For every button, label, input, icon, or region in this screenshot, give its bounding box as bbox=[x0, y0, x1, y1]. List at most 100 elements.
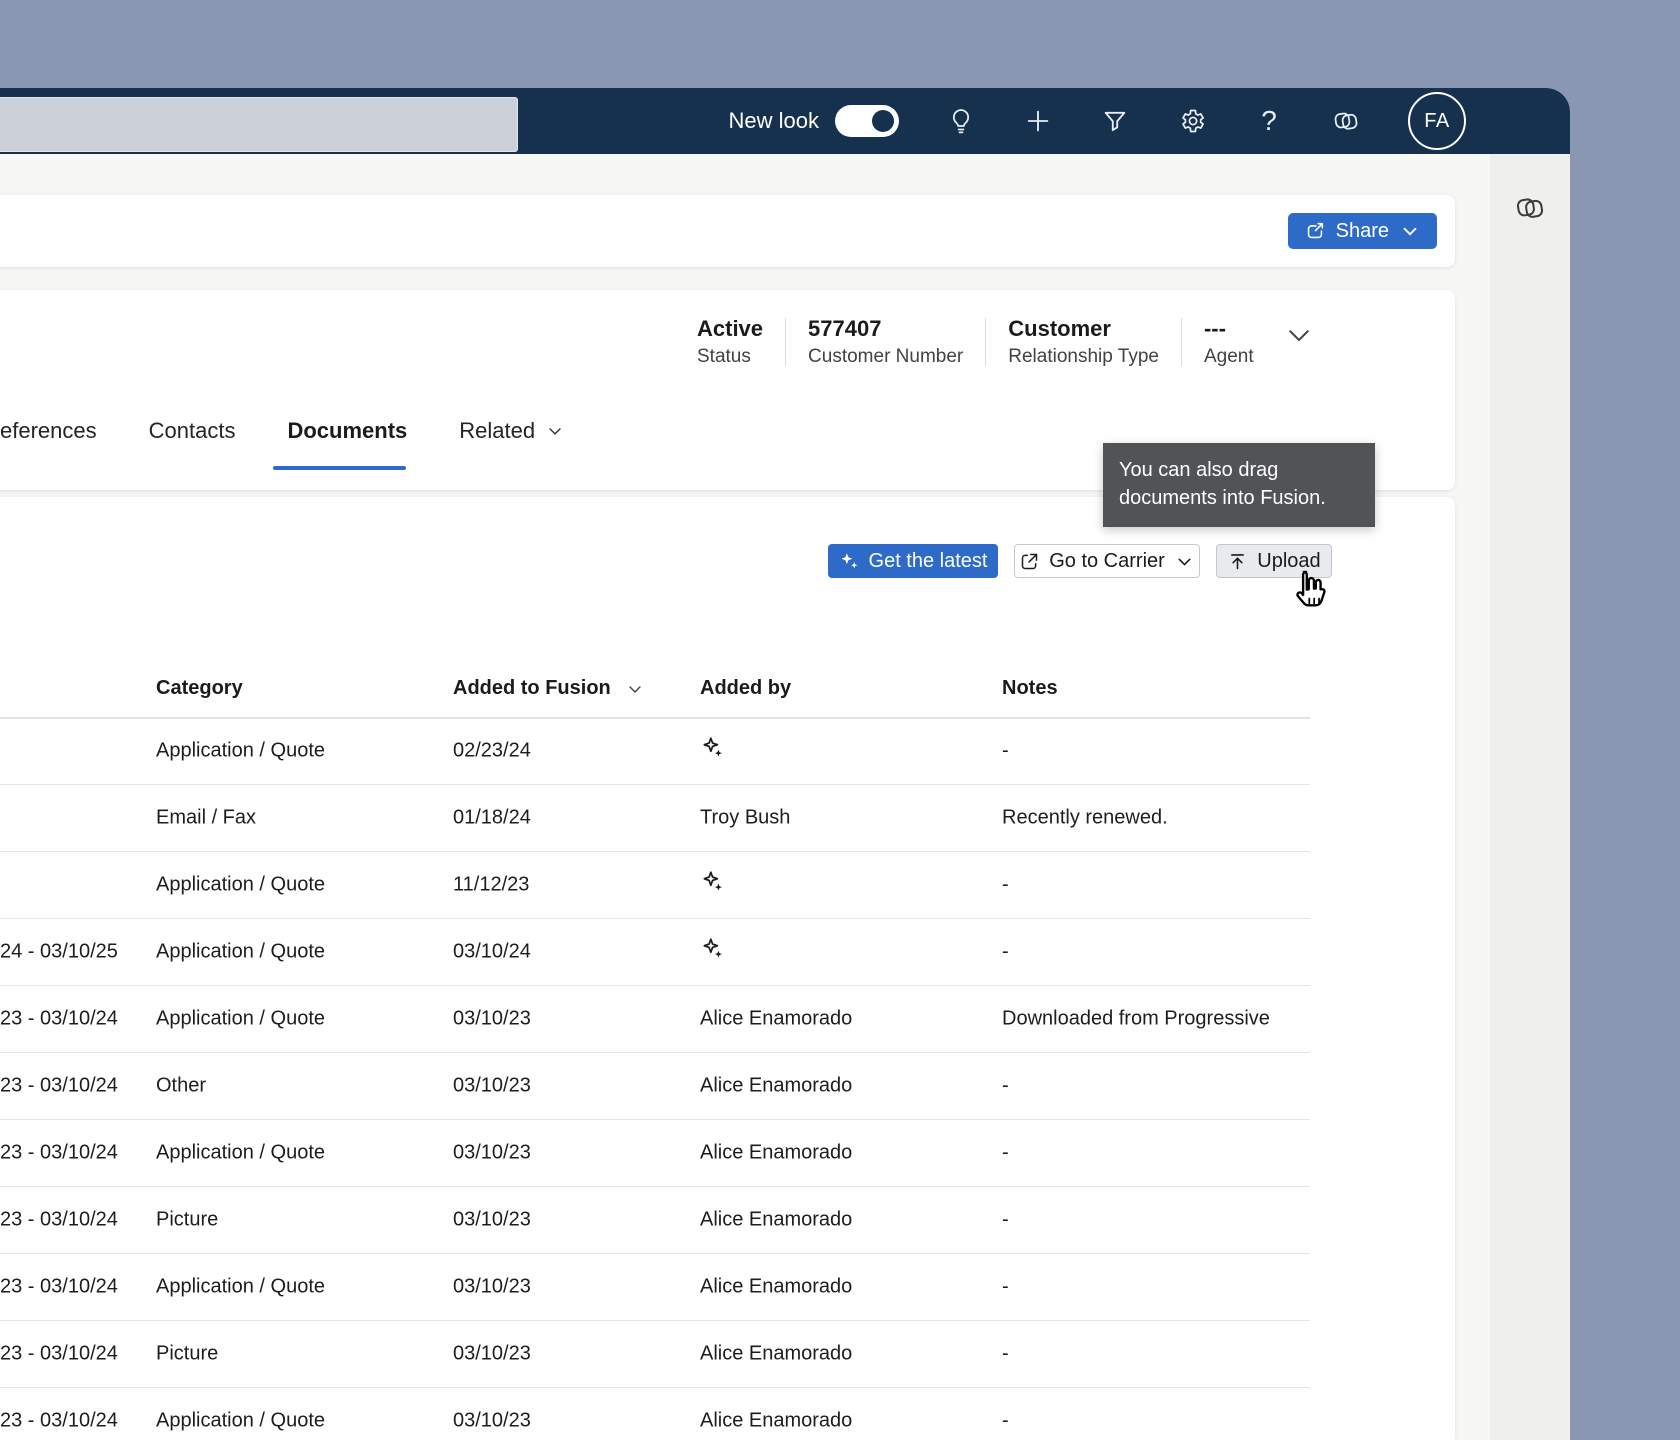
new-look-toggle-group: New look bbox=[729, 105, 899, 137]
cell-policy-range: 24 - 03/10/25 bbox=[0, 940, 118, 963]
sort-chevron-icon bbox=[625, 679, 645, 699]
table-row[interactable]: 23 - 03/10/24 Picture 03/10/23 Alice Enamor… bbox=[0, 1321, 1310, 1388]
cell-policy-range: 23 - 03/10/24 bbox=[0, 1141, 118, 1164]
table-row[interactable]: 24 - 03/10/25 Application / Quote 03/10/24… bbox=[0, 919, 1310, 986]
cell-notes: Downloaded from Progressive bbox=[1002, 1007, 1270, 1030]
filter-icon[interactable] bbox=[1100, 106, 1130, 136]
field-relationship-type: Customer Relationship Type bbox=[1008, 316, 1159, 367]
new-look-label: New look bbox=[728, 108, 819, 133]
add-icon[interactable] bbox=[1023, 106, 1053, 136]
tab-related[interactable]: Related bbox=[459, 418, 565, 444]
tab-documents[interactable]: Documents bbox=[287, 418, 407, 444]
cell-notes: - bbox=[1002, 873, 1009, 896]
cell-added-to-fusion: 03/10/23 bbox=[453, 1409, 531, 1432]
external-link-icon bbox=[1019, 551, 1040, 572]
ai-sparkle-icon bbox=[700, 936, 726, 962]
help-icon[interactable]: ? bbox=[1254, 106, 1284, 136]
column-header-category[interactable]: Category bbox=[156, 677, 243, 700]
app-window: New look ? FA Share Active Status 577407… bbox=[0, 88, 1570, 1440]
copilot-icon[interactable] bbox=[1331, 106, 1361, 136]
top-bar: New look ? FA bbox=[0, 88, 1570, 154]
cell-added-by: Alice Enamorado bbox=[700, 1275, 853, 1298]
cell-category: Application / Quote bbox=[156, 873, 325, 896]
get-the-latest-button[interactable]: Get the latest bbox=[828, 544, 998, 578]
page-header-card: Share bbox=[0, 195, 1455, 267]
documents-actions: Get the latest Go to Carrier Upload bbox=[0, 544, 1455, 578]
cell-added-by: Alice Enamorado bbox=[700, 1074, 853, 1097]
cell-added-to-fusion: 01/18/24 bbox=[453, 806, 531, 829]
record-tabs: eferences Contacts Documents Related bbox=[0, 408, 565, 454]
ai-sparkle-icon bbox=[700, 735, 726, 761]
share-button[interactable]: Share bbox=[1287, 213, 1437, 249]
table-row[interactable]: Application / Quote 11/12/23 - bbox=[0, 852, 1310, 919]
chevron-down-icon bbox=[545, 421, 565, 441]
expand-summary-chevron-icon[interactable] bbox=[1284, 320, 1314, 350]
cell-notes: - bbox=[1002, 1208, 1009, 1231]
table-row[interactable]: 23 - 03/10/24 Application / Quote 03/10/23… bbox=[0, 1120, 1310, 1187]
cell-added-by: Alice Enamorado bbox=[700, 1208, 853, 1231]
upload-icon bbox=[1227, 551, 1248, 572]
cell-category: Other bbox=[156, 1074, 207, 1097]
chevron-down-icon bbox=[1399, 220, 1421, 242]
cell-added-by bbox=[700, 936, 726, 968]
chevron-down-icon bbox=[1174, 551, 1195, 572]
cell-added-to-fusion: 03/10/23 bbox=[453, 1275, 531, 1298]
cell-category: Application / Quote bbox=[156, 739, 325, 762]
topbar-actions: New look ? FA bbox=[729, 88, 1466, 154]
search-input[interactable] bbox=[0, 97, 518, 152]
settings-icon[interactable] bbox=[1177, 106, 1207, 136]
documents-panel: Get the latest Go to Carrier Upload Cate… bbox=[0, 497, 1455, 1440]
cell-added-to-fusion: 03/10/24 bbox=[453, 940, 531, 963]
table-row[interactable]: 23 - 03/10/24 Picture 03/10/23 Alice Enamor… bbox=[0, 1187, 1310, 1254]
cell-added-to-fusion: 03/10/23 bbox=[453, 1208, 531, 1231]
cell-added-by: Troy Bush bbox=[700, 806, 791, 829]
cell-added-by bbox=[700, 869, 726, 901]
cell-category: Application / Quote bbox=[156, 1275, 325, 1298]
copilot-rail bbox=[1490, 154, 1570, 1440]
sparkles-icon bbox=[839, 551, 860, 572]
table-row[interactable]: 23 - 03/10/24 Other 03/10/23 Alice Enamorad… bbox=[0, 1053, 1310, 1120]
ai-sparkle-icon bbox=[700, 869, 726, 895]
cell-policy-range: 23 - 03/10/24 bbox=[0, 1007, 118, 1030]
cell-category: Email / Fax bbox=[156, 806, 257, 829]
drag-documents-tooltip: You can also drag documents into Fusion. bbox=[1103, 443, 1375, 527]
column-header-added-to-fusion[interactable]: Added to Fusion bbox=[453, 677, 645, 700]
cell-added-to-fusion: 03/10/23 bbox=[453, 1074, 531, 1097]
table-row[interactable]: 23 - 03/10/24 Application / Quote 03/10/23… bbox=[0, 1254, 1310, 1321]
user-avatar[interactable]: FA bbox=[1408, 92, 1466, 150]
new-look-toggle[interactable] bbox=[835, 105, 899, 137]
active-tab-underline bbox=[273, 466, 406, 470]
cell-added-to-fusion: 11/12/23 bbox=[453, 873, 530, 896]
field-agent: --- Agent bbox=[1203, 316, 1254, 367]
cell-policy-range: 23 - 03/10/24 bbox=[0, 1208, 118, 1231]
cell-policy-range: 23 - 03/10/24 bbox=[0, 1275, 118, 1298]
cell-added-to-fusion: 03/10/23 bbox=[453, 1007, 531, 1030]
cell-category: Application / Quote bbox=[156, 1141, 325, 1164]
cell-policy-range: 23 - 03/10/24 bbox=[0, 1342, 118, 1365]
field-status: Active Status bbox=[697, 316, 764, 367]
go-to-carrier-button[interactable]: Go to Carrier bbox=[1014, 544, 1200, 578]
tab-preferences[interactable]: eferences bbox=[0, 418, 97, 444]
table-row[interactable]: 23 - 03/10/24 Application / Quote 03/10/23… bbox=[0, 1388, 1310, 1440]
column-header-added-by[interactable]: Added by bbox=[700, 677, 791, 700]
cell-notes: - bbox=[1002, 940, 1009, 963]
cell-policy-range: 23 - 03/10/24 bbox=[0, 1409, 118, 1432]
copilot-rail-icon[interactable] bbox=[1514, 192, 1546, 224]
field-customer-number: 577407 Customer Number bbox=[808, 316, 964, 367]
column-header-notes[interactable]: Notes bbox=[1002, 677, 1058, 700]
lightbulb-icon[interactable] bbox=[946, 106, 976, 136]
table-row[interactable]: 23 - 03/10/24 Application / Quote 03/10/23… bbox=[0, 986, 1310, 1053]
customer-fields: Active Status 577407 Customer Number Cus… bbox=[697, 316, 1276, 368]
cell-notes: - bbox=[1002, 739, 1009, 762]
cell-policy-range: 23 - 03/10/24 bbox=[0, 1074, 118, 1097]
table-row[interactable]: Application / Quote 02/23/24 - bbox=[0, 718, 1310, 785]
table-row[interactable]: Email / Fax 01/18/24 Troy Bush Recently ren… bbox=[0, 785, 1310, 852]
upload-button[interactable]: Upload bbox=[1216, 544, 1332, 578]
documents-table-header: Category Added to Fusion Added by Notes bbox=[0, 669, 1310, 719]
documents-table-body: Application / Quote 02/23/24 - Email / Fax 0… bbox=[0, 718, 1310, 1440]
cell-added-to-fusion: 02/23/24 bbox=[453, 739, 531, 762]
cell-added-by: Alice Enamorado bbox=[700, 1007, 853, 1030]
cell-notes: Recently renewed. bbox=[1002, 806, 1168, 829]
tab-contacts[interactable]: Contacts bbox=[149, 418, 236, 444]
cell-added-by: Alice Enamorado bbox=[700, 1141, 853, 1164]
